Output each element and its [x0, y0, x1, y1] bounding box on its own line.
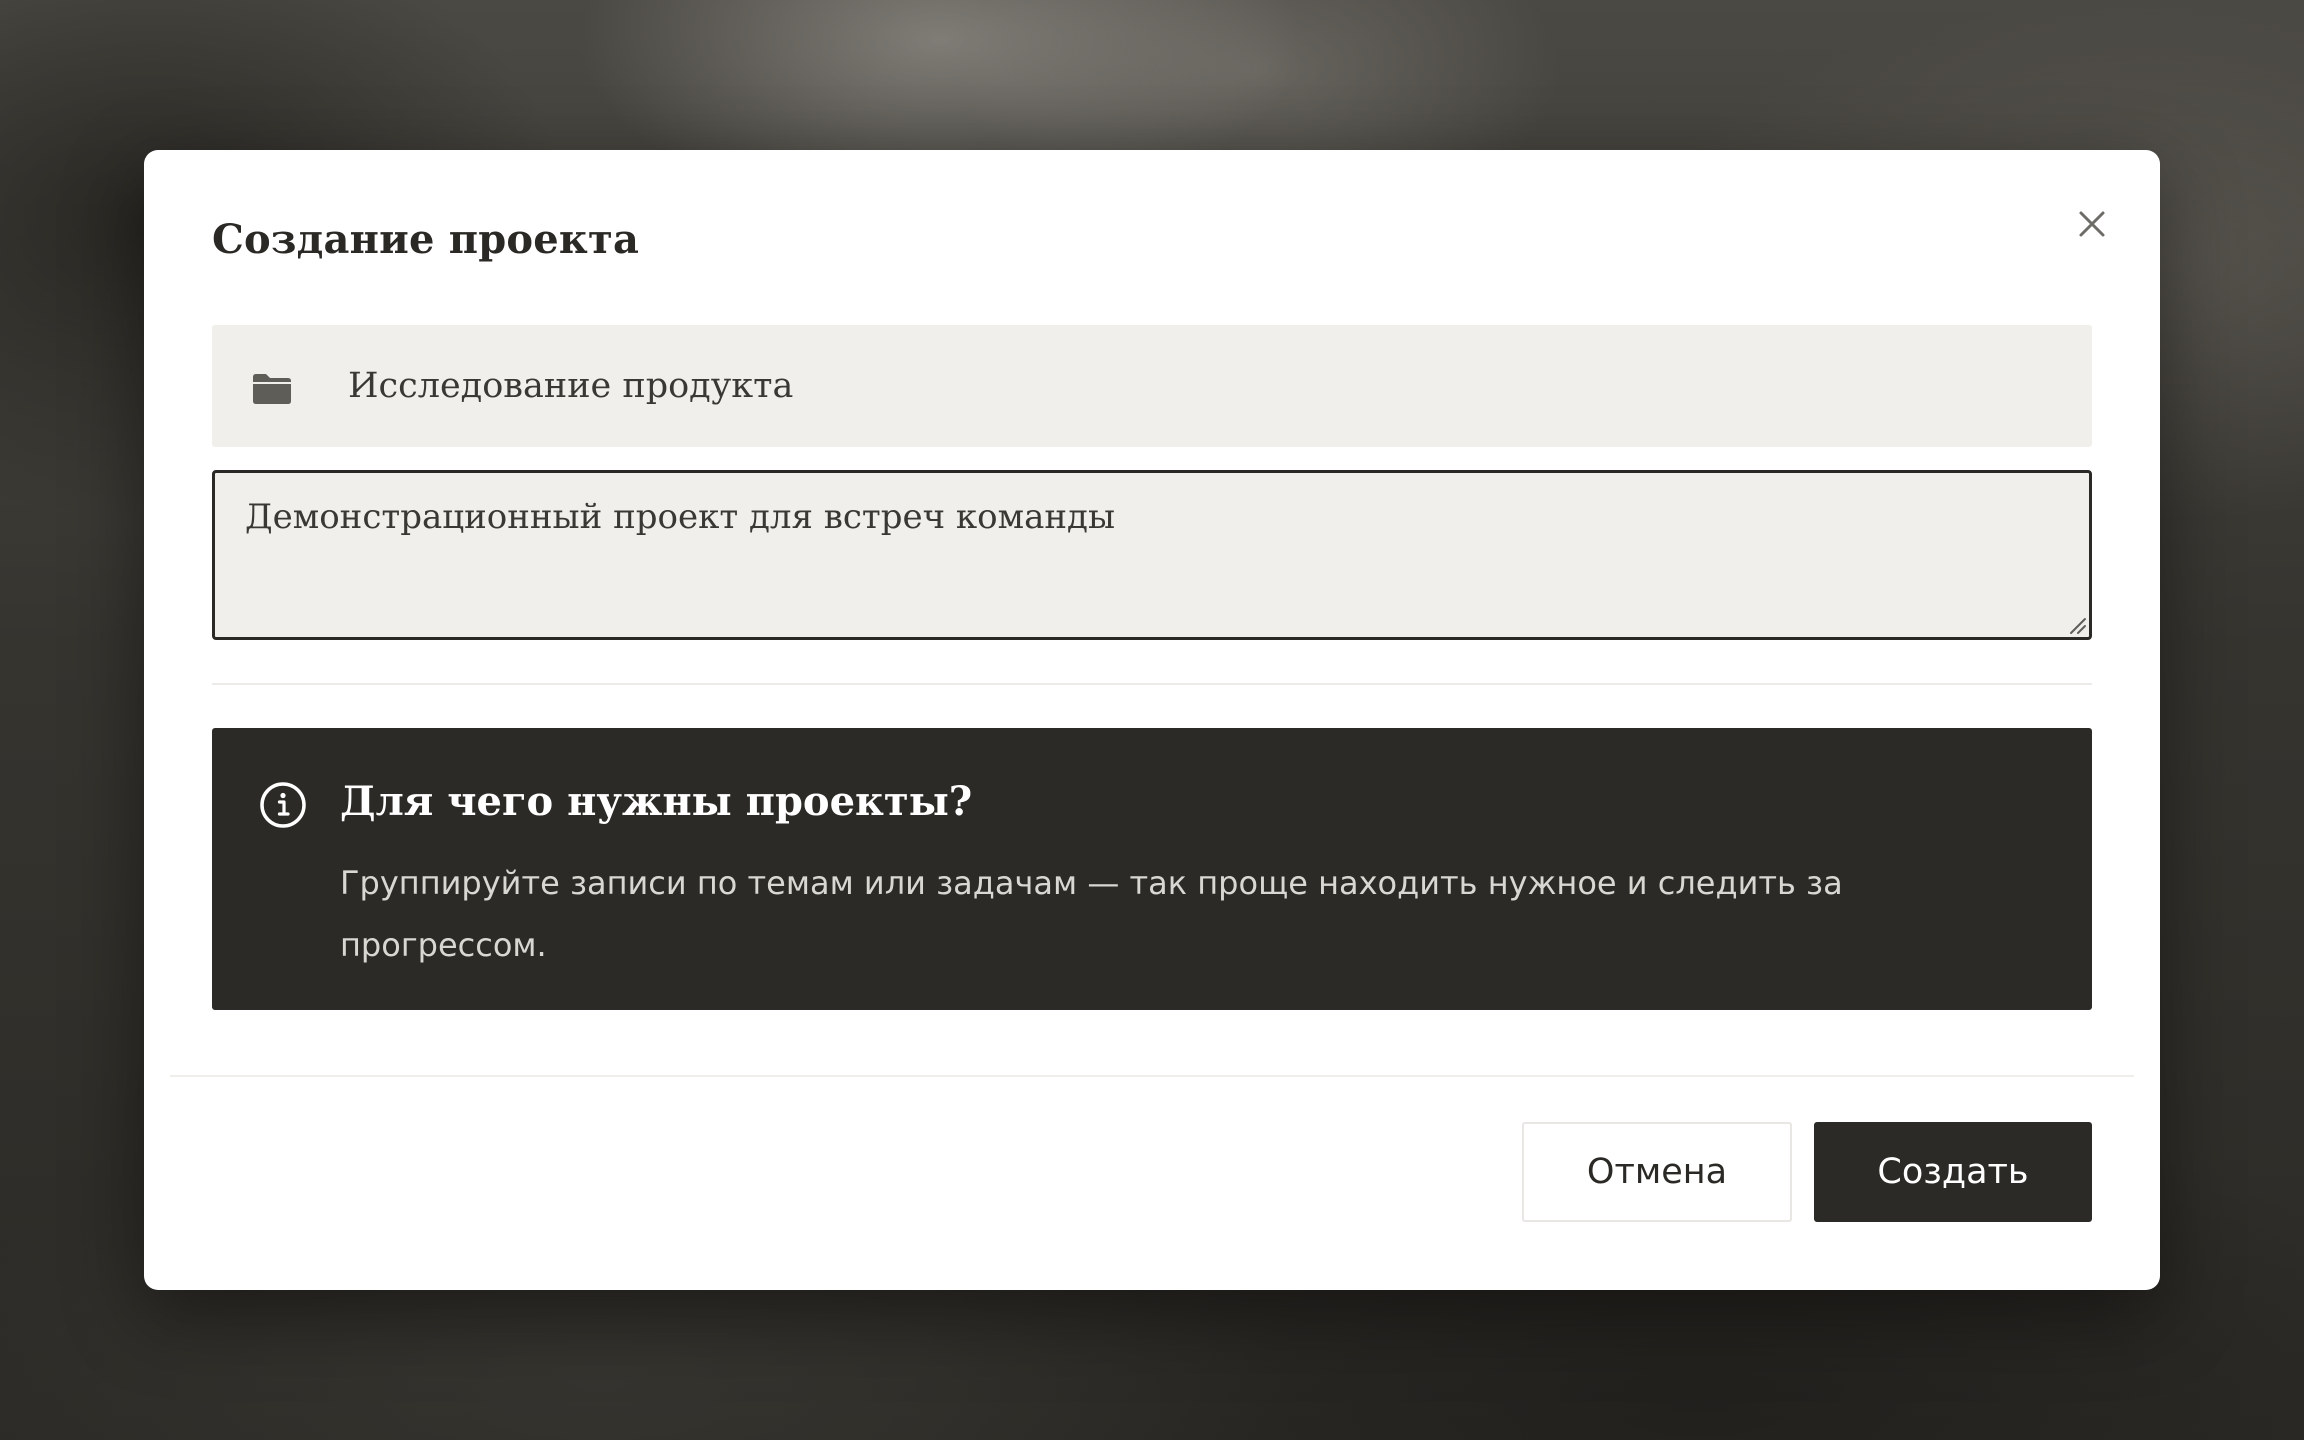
project-name-value: Исследование продукта — [348, 366, 794, 406]
info-title: Для чего нужны проекты? — [340, 778, 973, 825]
close-icon — [2079, 211, 2105, 237]
close-button[interactable] — [2070, 202, 2114, 246]
cancel-button[interactable]: Отмена — [1522, 1122, 1792, 1222]
info-icon — [260, 782, 306, 828]
info-body: Группируйте записи по темам или задачам … — [340, 864, 1843, 964]
footer-divider — [170, 1075, 2134, 1077]
project-description-textarea[interactable]: Демонстрационный проект для встреч коман… — [212, 470, 2092, 640]
dialog-title: Создание проекта — [212, 216, 640, 263]
projects-info-callout: Для чего нужны проекты? Группируйте запи… — [212, 728, 2092, 1010]
create-project-dialog: Создание проекта Исследование продукта Д… — [144, 150, 2160, 1290]
project-name-field[interactable]: Исследование продукта — [212, 325, 2092, 447]
resize-handle-icon[interactable] — [2065, 613, 2087, 635]
create-button[interactable]: Создать — [1814, 1122, 2092, 1222]
project-description-value: Демонстрационный проект для встреч коман… — [245, 497, 1116, 537]
form-divider — [212, 683, 2092, 685]
folder-icon — [253, 374, 291, 404]
